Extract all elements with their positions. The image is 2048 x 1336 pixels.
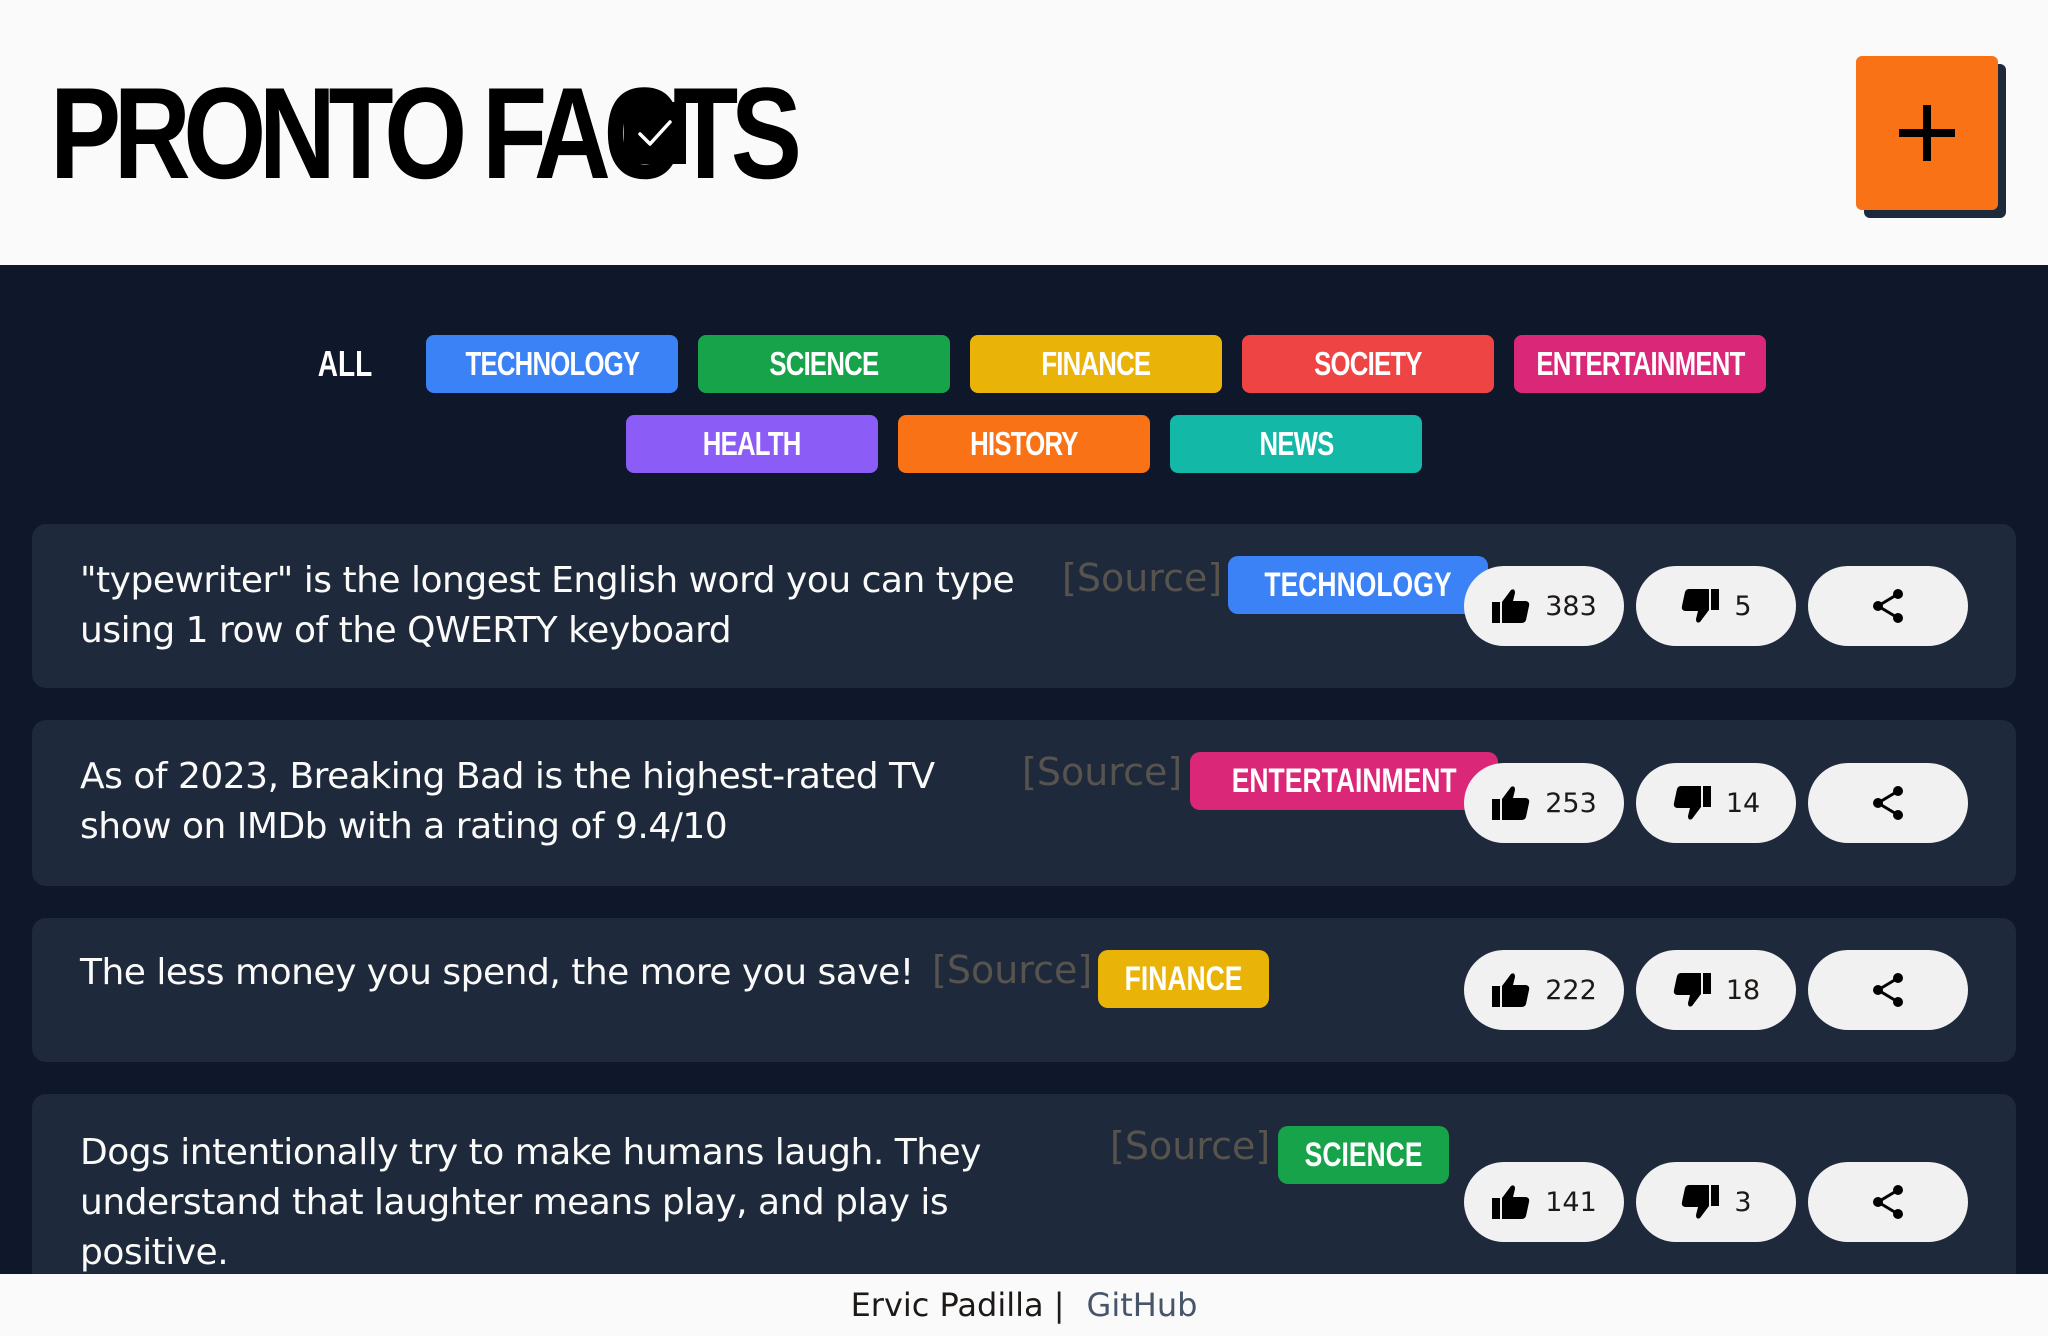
share-button[interactable] bbox=[1808, 566, 1968, 646]
dislike-button[interactable]: 5 bbox=[1636, 566, 1796, 646]
plus-icon bbox=[1899, 105, 1955, 161]
logo: PRONTO FACTS bbox=[50, 68, 958, 198]
fact-card: The less money you spend, the more you s… bbox=[32, 918, 2016, 1062]
thumbs-down-icon bbox=[1673, 786, 1711, 820]
thumbs-up-icon bbox=[1492, 1185, 1530, 1219]
category-tag: TECHNOLOGY bbox=[1228, 556, 1488, 614]
share-icon bbox=[1873, 786, 1903, 820]
share-button[interactable] bbox=[1808, 763, 1968, 843]
share-icon bbox=[1873, 1185, 1903, 1219]
source-link[interactable]: [Source] bbox=[932, 948, 1092, 992]
fact-text: As of 2023, Breaking Bad is the highest-… bbox=[80, 756, 935, 847]
category-all[interactable]: ALL bbox=[300, 335, 390, 393]
like-button[interactable]: 222 bbox=[1464, 950, 1624, 1030]
fact-text: "typewriter" is the longest English word… bbox=[80, 560, 1015, 651]
category-tag: ENTERTAINMENT bbox=[1190, 752, 1499, 810]
github-link[interactable]: GitHub bbox=[1087, 1286, 1198, 1324]
add-fact-button[interactable] bbox=[1856, 56, 1998, 210]
source-link[interactable]: [Source] bbox=[1022, 750, 1182, 794]
app-header: PRONTO FACTS bbox=[0, 0, 2048, 265]
category-society[interactable]: SOCIETY bbox=[1242, 335, 1494, 393]
category-science[interactable]: SCIENCE bbox=[698, 335, 950, 393]
like-button[interactable]: 141 bbox=[1464, 1162, 1624, 1242]
page-footer: Ervic Padilla | GitHub bbox=[0, 1274, 2048, 1336]
category-entertainment[interactable]: ENTERTAINMENT bbox=[1514, 335, 1766, 393]
dislike-button[interactable]: 18 bbox=[1636, 950, 1796, 1030]
fact-text: Dogs intentionally try to make humans la… bbox=[80, 1132, 981, 1273]
thumbs-up-icon bbox=[1492, 786, 1530, 820]
share-icon bbox=[1873, 589, 1903, 623]
thumbs-down-icon bbox=[1673, 973, 1711, 1007]
like-button[interactable]: 383 bbox=[1464, 566, 1624, 646]
category-history[interactable]: HISTORY bbox=[898, 415, 1150, 473]
thumbs-down-icon bbox=[1682, 1185, 1720, 1219]
fact-card: "typewriter" is the longest English word… bbox=[32, 524, 2016, 688]
fact-text: The less money you spend, the more you s… bbox=[80, 952, 914, 993]
fact-card: Dogs intentionally try to make humans la… bbox=[32, 1094, 2016, 1294]
category-news[interactable]: NEWS bbox=[1170, 415, 1422, 473]
category-health[interactable]: HEALTH bbox=[626, 415, 878, 473]
fact-card: As of 2023, Breaking Bad is the highest-… bbox=[32, 720, 2016, 886]
category-technology[interactable]: TECHNOLOGY bbox=[426, 335, 678, 393]
category-finance[interactable]: FINANCE bbox=[970, 335, 1222, 393]
share-button[interactable] bbox=[1808, 950, 1968, 1030]
thumbs-down-icon bbox=[1682, 589, 1720, 623]
thumbs-up-icon bbox=[1492, 589, 1530, 623]
author-name: Ervic Padilla | bbox=[850, 1286, 1065, 1324]
source-link[interactable]: [Source] bbox=[1110, 1124, 1270, 1168]
like-button[interactable]: 253 bbox=[1464, 763, 1624, 843]
share-button[interactable] bbox=[1808, 1162, 1968, 1242]
category-tag: FINANCE bbox=[1098, 950, 1270, 1008]
share-icon bbox=[1873, 973, 1903, 1007]
dislike-button[interactable]: 3 bbox=[1636, 1162, 1796, 1242]
source-link[interactable]: [Source] bbox=[1062, 556, 1222, 600]
thumbs-up-icon bbox=[1492, 973, 1530, 1007]
checkmark-icon bbox=[624, 102, 686, 164]
category-tag: SCIENCE bbox=[1278, 1126, 1450, 1184]
dislike-button[interactable]: 14 bbox=[1636, 763, 1796, 843]
